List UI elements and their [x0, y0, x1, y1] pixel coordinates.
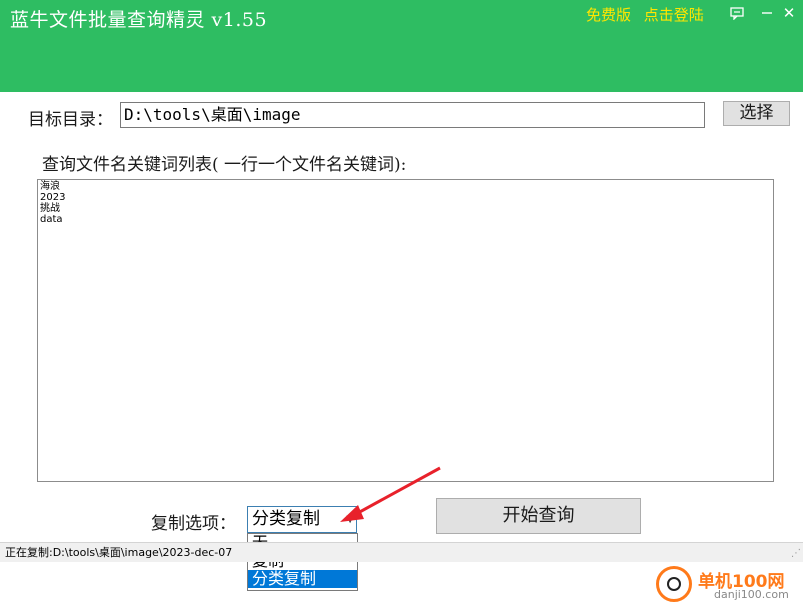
- title-bar: 蓝牛文件批量查询精灵 v1.55 免费版 点击登陆 ✕: [0, 0, 803, 92]
- keyword-line: 挑战: [40, 203, 60, 214]
- close-icon[interactable]: ✕: [779, 4, 799, 22]
- browse-button[interactable]: 选择: [723, 101, 790, 126]
- copy-option-label: 复制选项：: [151, 514, 236, 534]
- keywords-label: 查询文件名关键词列表( 一行一个文件名关键词):: [42, 155, 407, 175]
- watermark: 单机100网 danji100.com: [652, 566, 802, 606]
- keywords-textarea[interactable]: 海浪 2023 挑战 data: [37, 179, 774, 482]
- target-dir-input[interactable]: D:\tools\桌面\image: [120, 102, 705, 128]
- copy-option-sort-copy[interactable]: 分类复制: [248, 570, 357, 588]
- copy-option-selected: 分类复制: [252, 509, 320, 529]
- watermark-url: danji100.com: [714, 588, 789, 601]
- copy-option-select[interactable]: 分类复制 ▼: [247, 506, 357, 533]
- login-link[interactable]: 点击登陆: [644, 6, 704, 24]
- keyword-line: 海浪: [40, 181, 60, 192]
- target-dir-label: 目标目录：: [28, 110, 113, 130]
- minimize-icon[interactable]: [757, 4, 777, 22]
- keyword-line: 2023: [40, 192, 66, 203]
- watermark-logo-icon: [656, 566, 692, 602]
- free-version-link[interactable]: 免费版: [586, 6, 631, 24]
- message-icon[interactable]: [727, 4, 747, 22]
- resize-grip-icon[interactable]: ⋰: [791, 548, 801, 559]
- start-query-button[interactable]: 开始查询: [436, 498, 641, 534]
- status-text: 正在复制:D:\tools\桌面\image\2023-dec-07: [5, 546, 233, 559]
- status-bar: 正在复制:D:\tools\桌面\image\2023-dec-07: [0, 542, 803, 562]
- app-title: 蓝牛文件批量查询精灵 v1.55: [10, 9, 268, 31]
- title-links: 免费版 点击登陆: [586, 4, 712, 25]
- keyword-line: data: [40, 214, 63, 225]
- chevron-down-icon: ▼: [346, 514, 354, 525]
